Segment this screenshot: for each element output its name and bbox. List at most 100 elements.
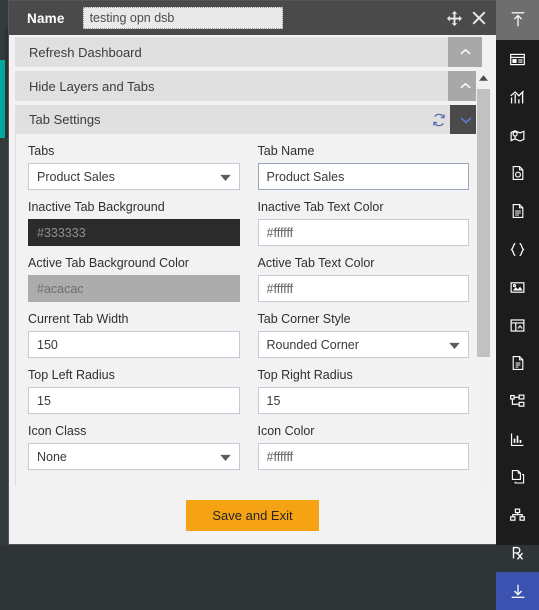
rail-item-prescription-rx[interactable]	[496, 534, 539, 572]
field-inactive-tab-text-color: Inactive Tab Text Color	[257, 200, 469, 246]
background-teal-accent	[0, 60, 5, 138]
tab-settings-form: Tabs Product Sales Tab Name Product Sale…	[15, 134, 482, 503]
top-right-radius-input[interactable]	[257, 387, 469, 414]
field-tab-name: Tab Name	[257, 144, 469, 190]
rail-item-hierarchy[interactable]	[496, 496, 539, 534]
vertical-scrollbar-track[interactable]	[476, 85, 491, 527]
chevron-down-icon	[219, 170, 231, 184]
field-active-tab-text-color: Active Tab Text Color	[257, 256, 469, 302]
active-tab-background-color-input[interactable]	[28, 275, 240, 302]
accordion-refresh-dashboard[interactable]: Refresh Dashboard	[15, 37, 482, 67]
icon-class-select[interactable]: None	[28, 443, 240, 470]
table-widget-icon	[509, 317, 526, 334]
field-inactive-tab-background: Inactive Tab Background	[28, 200, 240, 246]
field-label: Icon Color	[257, 424, 315, 438]
analytics-chart-icon	[509, 431, 526, 448]
tab-settings-panel-header[interactable]: Tab Settings	[15, 105, 482, 134]
accordion-hide-layers-and-tabs[interactable]: Hide Layers and Tabs	[15, 71, 482, 101]
rail-item-analytics-chart[interactable]	[496, 420, 539, 458]
chevron-down-icon	[219, 450, 231, 464]
active-tab-text-color-input[interactable]	[257, 275, 469, 302]
name-label: Name	[27, 10, 65, 26]
rail-item-document-image[interactable]	[496, 154, 539, 192]
inactive-tab-background-input[interactable]	[28, 219, 240, 246]
field-active-tab-background-color: Active Tab Background Color	[28, 256, 240, 302]
report-page-icon	[510, 355, 526, 371]
inactive-tab-text-color-input[interactable]	[257, 219, 469, 246]
field-top-right-radius: Top Right Radius	[257, 368, 469, 414]
tab-corner-style-select[interactable]: Rounded Corner	[257, 331, 469, 358]
upload-top-icon	[509, 11, 527, 29]
top-left-radius-input[interactable]	[28, 387, 240, 414]
rail-item-upload-top[interactable]	[496, 0, 539, 40]
rail-item-dashboard-panel[interactable]	[496, 40, 539, 78]
panel-title: Tab Settings	[29, 112, 101, 127]
rail-item-picture[interactable]	[496, 268, 539, 306]
field-top-left-radius: Top Left Radius	[28, 368, 240, 414]
rail-item-document-text[interactable]	[496, 192, 539, 230]
accordion-title: Hide Layers and Tabs	[29, 78, 155, 94]
tab-settings-panel: Tab Settings Tabs Product Sales Tab Name…	[15, 105, 482, 503]
dialog-footer: Save and Exit	[9, 486, 496, 544]
field-tabs: Tabs Product Sales	[28, 144, 240, 190]
screen: Name Refresh Dashboard	[0, 0, 539, 610]
copy-pages-icon	[510, 469, 526, 485]
save-and-exit-button[interactable]: Save and Exit	[186, 499, 319, 531]
code-braces-icon	[509, 241, 526, 258]
field-icon-color: Icon Color	[257, 424, 469, 470]
field-label: Active Tab Text Color	[257, 256, 375, 270]
map-pin-icon	[509, 127, 526, 144]
field-label: Inactive Tab Background	[28, 200, 165, 214]
rail-item-bar-chart[interactable]	[496, 78, 539, 116]
field-tab-corner-style: Tab Corner Style Rounded Corner	[257, 312, 469, 358]
icon-color-input[interactable]	[257, 443, 469, 470]
rail-item-copy-pages[interactable]	[496, 458, 539, 496]
tab-corner-style-value: Rounded Corner	[266, 337, 359, 352]
bar-chart-icon	[509, 89, 526, 106]
field-icon-class: Icon Class None	[28, 424, 240, 470]
dialog-body: Refresh Dashboard Hide Layers and Tabs T…	[9, 35, 496, 541]
field-label: Top Left Radius	[28, 368, 115, 382]
chevron-up-icon[interactable]	[448, 37, 482, 67]
prescription-rx-icon	[509, 544, 527, 562]
dashboard-panel-icon	[509, 51, 526, 68]
tabs-select[interactable]: Product Sales	[28, 163, 240, 190]
chevron-down-icon	[449, 338, 460, 352]
field-label: Top Right Radius	[257, 368, 353, 382]
scroll-up-arrow-icon[interactable]	[476, 71, 491, 85]
dialog-header: Name	[9, 1, 496, 35]
picture-icon	[509, 279, 526, 296]
settings-scroll-area: Refresh Dashboard Hide Layers and Tabs T…	[15, 37, 482, 503]
field-label: Current Tab Width	[28, 312, 129, 326]
refresh-icon[interactable]	[428, 113, 450, 127]
close-icon[interactable]	[472, 11, 486, 25]
move-icon[interactable]	[447, 10, 462, 26]
tab-settings-dialog: Name Refresh Dashboard	[8, 0, 497, 545]
vertical-scrollbar-thumb[interactable]	[477, 89, 490, 357]
field-label: Icon Class	[28, 424, 87, 438]
field-current-tab-width: Current Tab Width	[28, 312, 240, 358]
document-text-icon	[510, 203, 526, 219]
tab-name-input[interactable]	[257, 163, 469, 190]
rail-item-map-pin[interactable]	[496, 116, 539, 154]
rail-item-tree-structure[interactable]	[496, 382, 539, 420]
rail-item-code-braces[interactable]	[496, 230, 539, 268]
field-label: Tab Name	[257, 144, 315, 158]
icon-class-value: None	[37, 449, 67, 464]
field-label: Tabs	[28, 144, 55, 158]
tree-structure-icon	[509, 393, 526, 410]
field-label: Tab Corner Style	[257, 312, 351, 326]
rail-item-table-widget[interactable]	[496, 306, 539, 344]
vertical-scrollbar[interactable]	[476, 71, 491, 541]
field-label: Inactive Tab Text Color	[257, 200, 384, 214]
rail-item-download[interactable]	[496, 572, 539, 610]
hierarchy-icon	[509, 507, 526, 524]
document-image-icon	[510, 165, 526, 181]
download-icon	[509, 582, 527, 600]
rail-item-report-page[interactable]	[496, 344, 539, 382]
name-input[interactable]	[82, 7, 283, 29]
current-tab-width-input[interactable]	[28, 331, 240, 358]
right-icon-rail	[496, 0, 539, 610]
field-label: Active Tab Background Color	[28, 256, 189, 270]
tabs-select-value: Product Sales	[37, 169, 115, 184]
